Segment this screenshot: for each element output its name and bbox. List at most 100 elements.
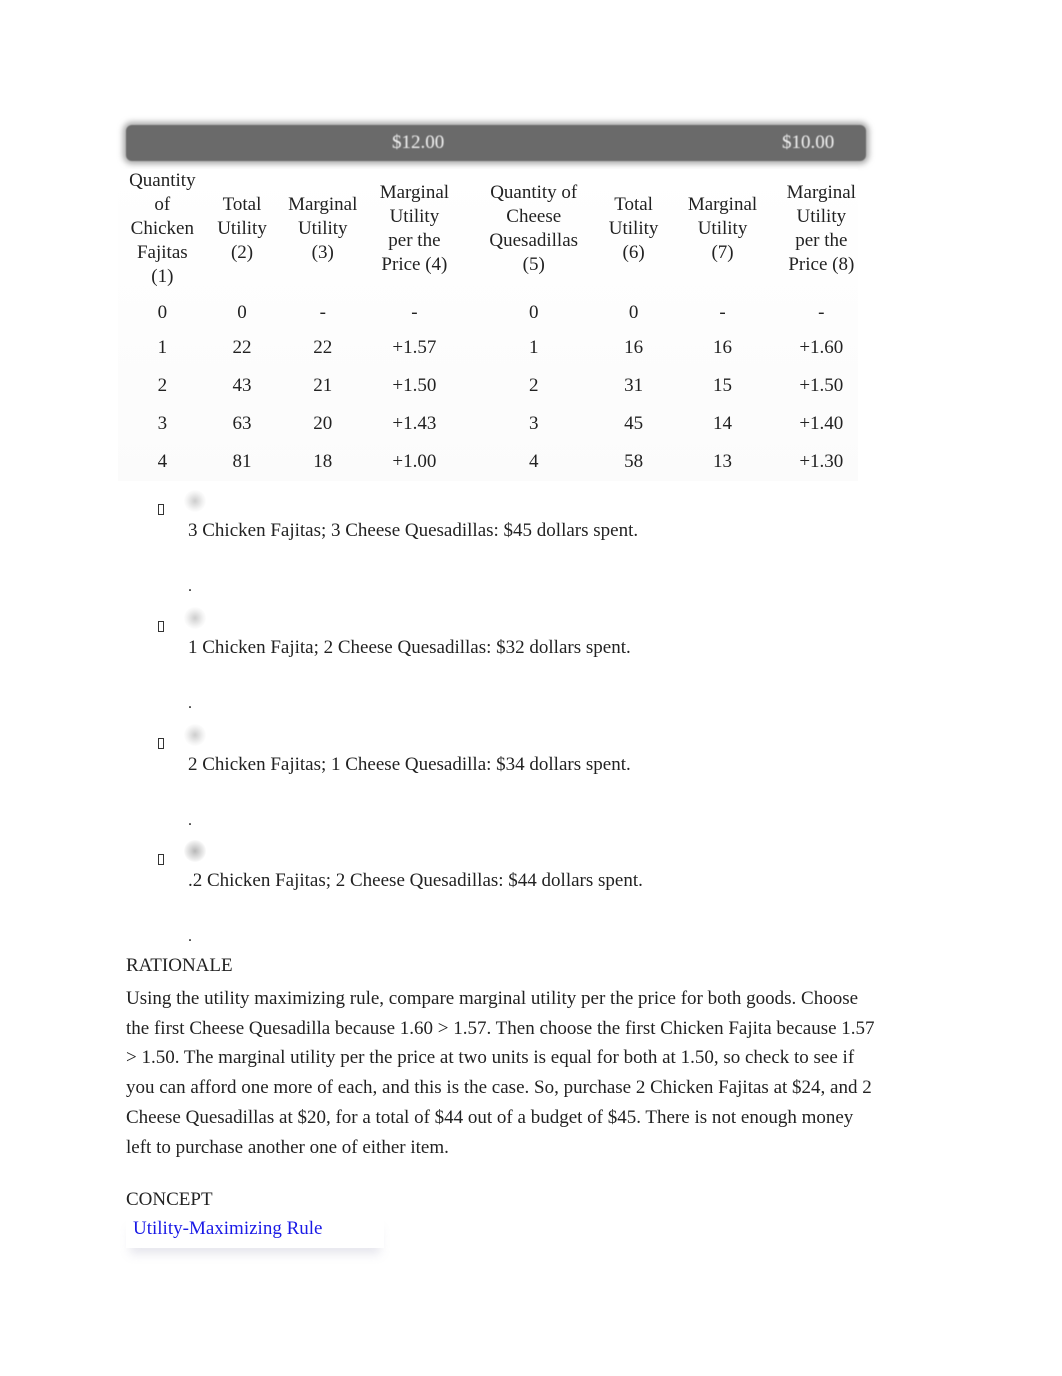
- table-cell: 2: [528, 375, 539, 396]
- table-cell: 43: [232, 375, 252, 396]
- column-header-line: Utility: [796, 206, 847, 227]
- table-cell: 0: [157, 302, 168, 323]
- column-header: Quantity of Cheese Quesadillas (5): [461, 169, 607, 297]
- column-header-line: Price (4): [381, 254, 448, 275]
- price-header-bar: $12.00 $10.00: [126, 125, 866, 161]
- marginal-utility-table: Quantity of Chicken Fajitas (1) Total Utility (…: [118, 169, 858, 481]
- option-text: .2 Chicken Fajitas; 2 Cheese Quesadillas…: [188, 870, 643, 891]
- column-header-line: (7): [711, 242, 734, 263]
- table-cell: 16: [713, 337, 733, 358]
- table-header-row: Quantity of Chicken Fajitas (1) Total Utility (…: [118, 169, 858, 297]
- column-header: Marginal Utility per the Price (8): [785, 169, 858, 297]
- column-header: Quantity of Chicken Fajitas (1): [118, 169, 207, 297]
- concept-link-container: Utility-Maximizing Rule: [126, 1214, 384, 1248]
- option-text: 2 Chicken Fajitas; 1 Cheese Quesadilla: …: [188, 754, 631, 775]
- column-header-line: Total: [614, 194, 653, 215]
- column-header-line: Marginal: [379, 182, 450, 203]
- table-cell: 4: [528, 451, 539, 472]
- table-cell: 14: [713, 413, 733, 434]
- quesadilla-price: $10.00: [782, 132, 835, 153]
- table-cell: 45: [624, 413, 644, 434]
- column-header: Marginal Utility per the Price (4): [368, 169, 461, 297]
- table-cell: 81: [232, 451, 252, 472]
- table-cell: 0: [237, 302, 247, 323]
- table-cell: -: [319, 302, 326, 323]
- table-cell: 20: [313, 413, 333, 434]
- column-header-line: Utility: [389, 206, 440, 227]
- radio-icon[interactable]: [158, 621, 164, 632]
- column-header-line: Quesadillas: [489, 230, 579, 251]
- column-header-line: (2): [230, 242, 254, 263]
- column-header-line: per the: [795, 230, 848, 251]
- table-cell: +1.57: [392, 337, 437, 358]
- table-cell: 22: [313, 337, 333, 358]
- column-header-line: (5): [522, 254, 545, 275]
- table-cell: 3: [157, 413, 168, 434]
- column-header-line: Chicken: [130, 218, 194, 239]
- option-trailing: .: [188, 812, 192, 829]
- concept-heading: CONCEPT: [126, 1189, 213, 1210]
- option-marker-icon: [184, 724, 206, 746]
- rationale-heading: RATIONALE: [126, 955, 233, 976]
- column-header-line: (6): [622, 242, 645, 263]
- fajita-price: $12.00: [392, 132, 445, 153]
- table-cell: 1: [528, 337, 539, 358]
- table-cell: 0: [528, 302, 539, 323]
- table-cell: 21: [313, 375, 333, 396]
- column-header-line: Utility: [217, 218, 267, 239]
- option-trailing: .: [188, 578, 192, 595]
- table-cell: -: [818, 302, 825, 323]
- column-header: Total Utility (6): [607, 169, 661, 297]
- table-row: 3 63 20 +1.43 3 45 14 +1.40: [118, 405, 858, 443]
- column-header: Total Utility (2): [207, 169, 278, 297]
- table-cell: 3: [528, 413, 539, 434]
- table-cell: +1.43: [392, 413, 437, 434]
- table-cell: 15: [713, 375, 733, 396]
- concept-link[interactable]: Utility-Maximizing Rule: [133, 1218, 322, 1240]
- table-cell: +1.40: [799, 413, 844, 434]
- table-cell: 22: [232, 337, 252, 358]
- column-header-line: Price (8): [788, 254, 855, 275]
- table-cell: 58: [624, 451, 644, 472]
- table-cell: +1.30: [799, 451, 844, 472]
- option-marker-icon: [184, 607, 206, 629]
- table-cell: +1.50: [392, 375, 437, 396]
- table-cell: 13: [713, 451, 733, 472]
- rationale-text: Using the utility maximizing rule, compa…: [126, 988, 875, 1158]
- radio-icon[interactable]: [158, 854, 164, 865]
- column-header: Marginal Utility (7): [660, 169, 784, 297]
- column-header-line: Marginal: [288, 194, 358, 215]
- table-cell: 63: [232, 413, 252, 434]
- table-cell: +1.60: [799, 337, 844, 358]
- radio-icon[interactable]: [158, 504, 164, 515]
- table-cell: 0: [628, 302, 639, 323]
- option-marker-icon: [184, 840, 206, 862]
- table-cell: -: [411, 302, 418, 323]
- table-cell: 31: [624, 375, 644, 396]
- table-cell: 1: [157, 337, 168, 358]
- option-trailing: .: [188, 928, 192, 945]
- option-text: 1 Chicken Fajita; 2 Cheese Quesadillas: …: [188, 637, 631, 658]
- column-header-line: Utility: [297, 218, 348, 239]
- table-cell: -: [719, 302, 726, 323]
- option-trailing: .: [188, 695, 192, 712]
- column-header-line: Utility: [608, 218, 659, 239]
- table-cell: +1.50: [799, 375, 844, 396]
- column-header-line: Quantity of: [490, 182, 578, 203]
- column-header-line: (3): [311, 242, 334, 263]
- table-cell: +1.00: [392, 451, 437, 472]
- table-cell: 16: [624, 337, 644, 358]
- table-row: 0 0 - - 0 0 - -: [118, 297, 858, 329]
- table-row: 4 81 18 +1.00 4 58 13 +1.30: [118, 443, 858, 481]
- table-row: 2 43 21 +1.50 2 31 15 +1.50: [118, 367, 858, 405]
- column-header-line: Marginal: [687, 194, 758, 215]
- column-header-line: of: [154, 194, 171, 215]
- option-text: 3 Chicken Fajitas; 3 Cheese Quesadillas:…: [188, 520, 639, 541]
- column-header-line: (1): [151, 266, 174, 287]
- radio-icon[interactable]: [158, 738, 164, 749]
- column-header-line: per the: [388, 230, 441, 251]
- column-header-line: Utility: [697, 218, 748, 239]
- table-cell: 2: [157, 375, 168, 396]
- column-header-line: Total: [222, 194, 262, 215]
- table-cell: 4: [157, 451, 168, 472]
